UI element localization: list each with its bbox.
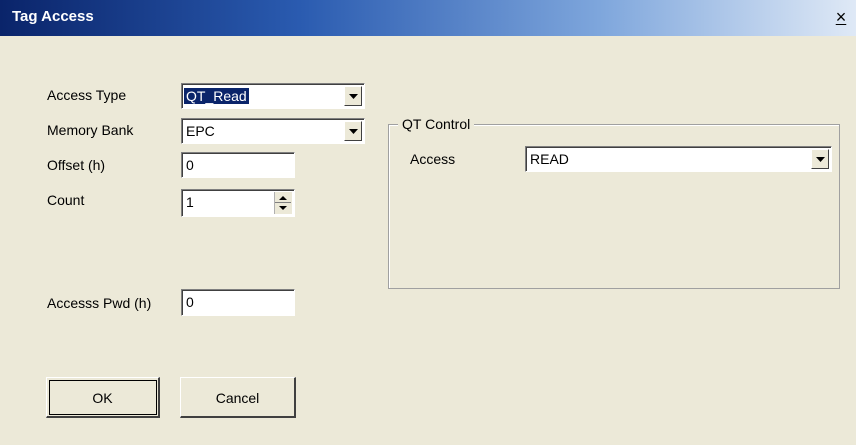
qt-control-title: QT Control <box>398 116 475 132</box>
access-pwd-label: Accesss Pwd (h) <box>47 295 152 311</box>
chevron-down-icon[interactable] <box>344 86 362 106</box>
access-type-combo[interactable]: QT_Read <box>181 83 365 109</box>
access-pwd-value: 0 <box>186 294 194 310</box>
access-type-label: Access Type <box>47 87 127 103</box>
spin-down-icon[interactable] <box>275 203 291 214</box>
title-bar[interactable]: Tag Access <box>0 0 856 36</box>
cancel-button-label: Cancel <box>215 390 260 406</box>
count-value: 1 <box>186 194 194 210</box>
chevron-down-icon[interactable] <box>811 149 829 169</box>
count-label: Count <box>47 192 85 208</box>
window-title: Tag Access <box>12 8 94 25</box>
ok-button[interactable]: OK <box>46 377 160 418</box>
access-pwd-field[interactable]: 0 <box>181 289 295 316</box>
spin-up-icon[interactable] <box>275 192 291 203</box>
offset-value: 0 <box>186 157 194 173</box>
offset-field[interactable]: 0 <box>181 152 295 178</box>
spin-buttons <box>274 192 292 214</box>
chevron-down-icon[interactable] <box>344 121 362 141</box>
memory-bank-combo[interactable]: EPC <box>181 118 365 144</box>
qt-access-label: Access <box>410 151 456 167</box>
memory-bank-value: EPC <box>186 123 215 139</box>
cancel-button[interactable]: Cancel <box>180 377 296 418</box>
tag-access-dialog: Tag Access × Access Type QT_Read Memory … <box>0 0 856 445</box>
qt-access-combo[interactable]: READ <box>525 146 832 172</box>
count-stepper[interactable]: 1 <box>181 189 295 217</box>
access-type-value: QT_Read <box>184 88 249 104</box>
qt-access-value: READ <box>530 151 569 167</box>
ok-button-label: OK <box>92 390 113 406</box>
offset-label: Offset (h) <box>47 157 106 173</box>
close-icon[interactable]: × <box>832 8 850 26</box>
memory-bank-label: Memory Bank <box>47 122 134 138</box>
